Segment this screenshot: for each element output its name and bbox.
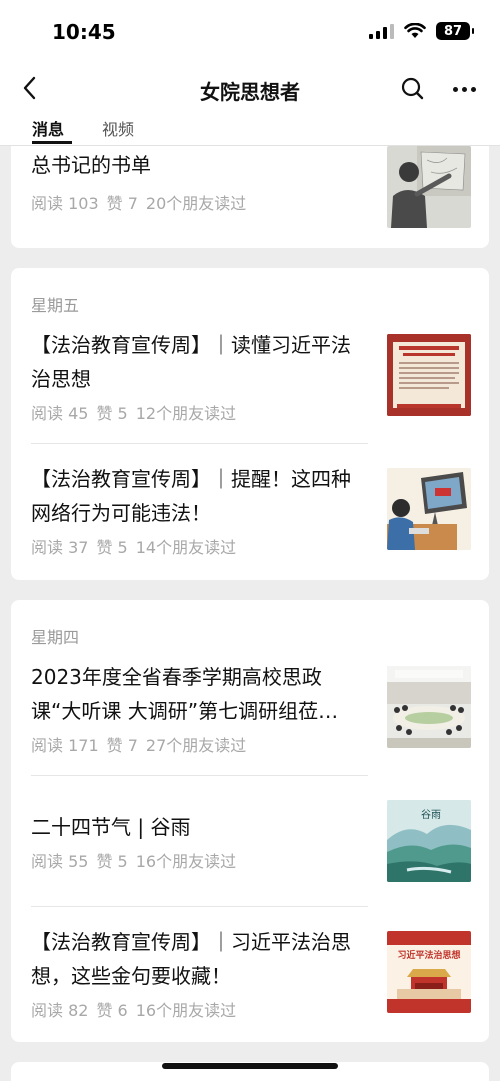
like-count: 赞 6 [96,1001,128,1020]
like-count: 赞 5 [96,404,128,423]
like-count: 赞 7 [106,194,138,213]
nav-bar: 女院思想者 [0,62,500,114]
article-item[interactable]: 2023年度全省春季学期高校思政课“大听课 大调研”第七调研组莅… 阅读 171… [31,660,471,760]
search-button[interactable] [398,74,428,104]
thumbnail-caption: 谷雨 [421,810,441,821]
article-meta: 阅读 37 赞 5 14个朋友读过 [31,534,244,558]
like-count: 赞 5 [96,852,128,871]
tab-bar: 消息 视频 [0,114,500,146]
article-thumbnail [387,666,471,748]
more-dot-icon [461,86,467,92]
article-title: 【法治教育宣传周】｜读懂习近平法治思想 [31,333,351,391]
wifi-icon [404,23,426,38]
read-count: 阅读 45 [31,404,89,423]
article-item[interactable]: 【法治教育宣传周】｜习近平法治思想，这些金句要收藏！ 阅读 82 赞 6 16个朋友… [31,925,471,1025]
tab-active-indicator [32,141,72,144]
friends-read: 12个朋友读过 [135,404,237,423]
more-button[interactable] [448,74,480,104]
message-list[interactable]: 总书记的书单 阅读 103 赞 7 20个朋友读过 星期五 【法治教育宣传周】｜读懂… [0,146,500,1081]
article-item[interactable]: 总书记的书单 阅读 103 赞 7 20个朋友读过 [31,146,471,238]
article-meta: 阅读 55 赞 5 16个朋友读过 [31,848,244,872]
friends-read: 14个朋友读过 [135,538,237,557]
read-count: 阅读 55 [31,852,89,871]
article-title: 【法治教育宣传周】｜习近平法治思想，这些金句要收藏！ [31,930,351,988]
article-title: 总书记的书单 [31,153,151,177]
message-card: 总书记的书单 阅读 103 赞 7 20个朋友读过 [11,146,489,248]
home-indicator[interactable] [162,1063,338,1069]
tab-videos[interactable]: 视频 [102,116,134,140]
article-meta: 阅读 45 赞 5 12个朋友读过 [31,400,244,424]
divider [31,906,368,907]
battery-icon: 87 [436,22,474,40]
article-thumbnail: 谷雨 [387,800,471,882]
status-icons: 87 [369,22,474,40]
day-label: 星期四 [31,628,80,647]
more-dot-icon [452,86,458,92]
article-thumbnail [387,146,471,228]
article-meta: 阅读 82 赞 6 16个朋友读过 [31,997,244,1021]
article-item[interactable]: 二十四节气 | 谷雨 阅读 55 赞 5 16个朋友读过 谷雨 [31,794,471,894]
divider [31,443,368,444]
friends-read: 16个朋友读过 [135,852,237,871]
status-time: 10:45 [52,20,116,44]
like-count: 赞 5 [96,538,128,557]
article-title: 2023年度全省春季学期高校思政课“大听课 大调研”第七调研组莅… [31,665,339,723]
search-icon [401,77,424,100]
divider [31,775,368,776]
read-count: 阅读 82 [31,1001,89,1020]
article-thumbnail [387,468,471,550]
message-card: 星期四 2023年度全省春季学期高校思政课“大听课 大调研”第七调研组莅… 阅读… [11,600,489,1042]
friends-read: 16个朋友读过 [135,1001,237,1020]
article-item[interactable]: 【法治教育宣传周】｜读懂习近平法治思想 阅读 45 赞 5 12个朋友读过 [31,328,471,428]
article-title: 【法治教育宣传周】｜提醒！这四种网络行为可能违法！ [31,467,351,525]
more-dot-icon [470,86,476,92]
article-meta: 阅读 171 赞 7 27个朋友读过 [31,732,254,756]
cellular-signal-icon [369,23,394,39]
article-meta: 阅读 103 赞 7 20个朋友读过 [31,190,254,214]
read-count: 阅读 171 [31,736,99,755]
chevron-left-icon [23,76,36,100]
tab-messages[interactable]: 消息 [32,116,64,140]
read-count: 阅读 37 [31,538,89,557]
like-count: 赞 7 [106,736,138,755]
thumbnail-caption: 习近平法治思想 [397,951,461,961]
article-thumbnail: 习近平法治思想 [387,931,471,1013]
message-card: 星期五 【法治教育宣传周】｜读懂习近平法治思想 阅读 45 赞 5 12个朋友读过 [11,268,489,580]
friends-read: 20个朋友读过 [145,194,247,213]
read-count: 阅读 103 [31,194,99,213]
article-title: 二十四节气 | 谷雨 [31,815,191,839]
day-label: 星期五 [31,296,80,315]
article-thumbnail [387,334,471,416]
article-item[interactable]: 【法治教育宣传周】｜提醒！这四种网络行为可能违法！ 阅读 37 赞 5 14个朋友读… [31,462,471,562]
friends-read: 27个朋友读过 [145,736,247,755]
status-bar: 10:45 87 [0,0,500,62]
back-button[interactable] [14,72,46,104]
